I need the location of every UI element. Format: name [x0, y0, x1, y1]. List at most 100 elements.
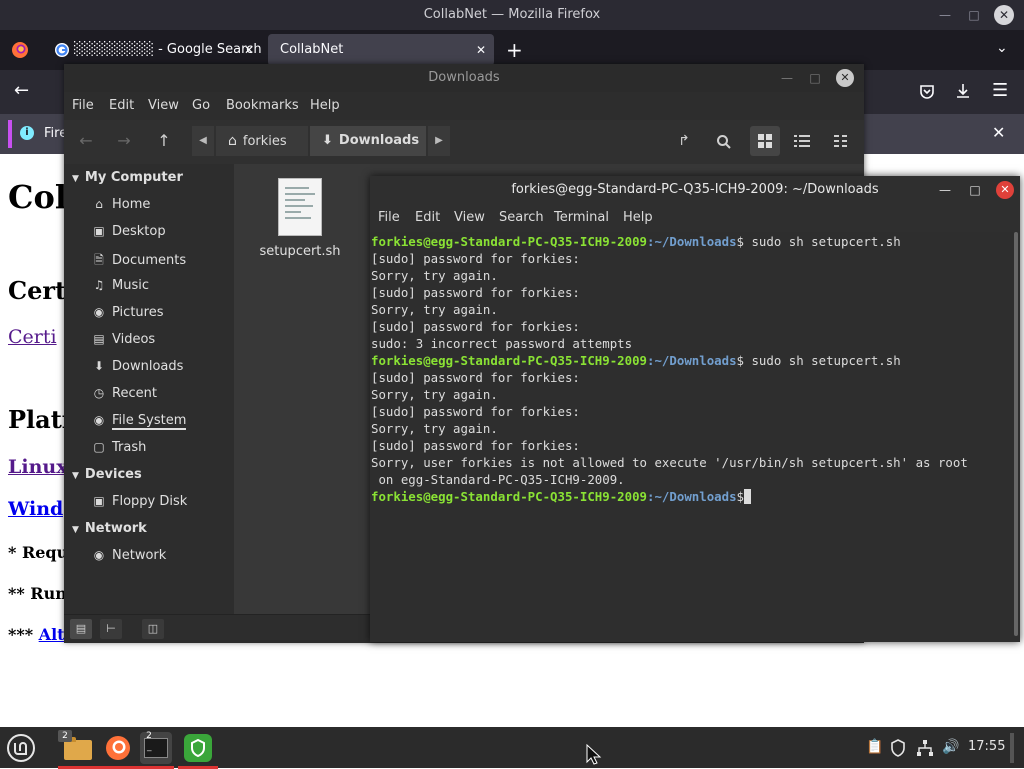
- breadcrumb-forkies[interactable]: ⌂ forkies: [216, 126, 308, 156]
- menu-go[interactable]: Go: [192, 92, 210, 120]
- minimize-icon[interactable]: —: [936, 6, 954, 24]
- expand-triangle-icon: ▼: [72, 471, 79, 481]
- maximize-icon[interactable]: □: [966, 181, 984, 199]
- terminal-line: [sudo] password for forkies:: [371, 404, 580, 419]
- expand-triangle-icon: ▼: [72, 525, 79, 535]
- sidebar-item-network[interactable]: ◉ Network: [90, 548, 167, 563]
- clock-icon: ◷: [93, 386, 105, 400]
- maximize-icon[interactable]: □: [806, 69, 824, 87]
- downloads-icon[interactable]: [954, 82, 972, 100]
- sidebar-item-videos[interactable]: ▤ Videos: [90, 332, 155, 347]
- terminal-line: [sudo] password for forkies:: [371, 319, 580, 334]
- breadcrumb-downloads[interactable]: ⬇ Downloads: [310, 126, 426, 156]
- up-icon[interactable]: ↑: [154, 126, 174, 156]
- infobar-close-icon[interactable]: ✕: [992, 123, 1005, 142]
- menu-help[interactable]: Help: [310, 92, 340, 120]
- search-icon[interactable]: [716, 134, 732, 150]
- menu-icon[interactable]: ☰: [992, 80, 1008, 101]
- file-item[interactable]: setupcert.sh: [252, 178, 348, 268]
- toggle-location-icon[interactable]: ↱: [672, 126, 696, 156]
- menu-file[interactable]: File: [378, 204, 400, 232]
- back-icon[interactable]: ←: [76, 126, 96, 156]
- clipboard-icon[interactable]: 📋: [866, 739, 883, 755]
- music-icon: ♫: [93, 278, 105, 292]
- minimize-icon[interactable]: —: [778, 69, 796, 87]
- menu-view[interactable]: View: [148, 92, 179, 120]
- sidebar-item-file-system[interactable]: ◉ File System: [90, 413, 187, 430]
- breadcrumb-left-icon[interactable]: ◀: [192, 126, 214, 156]
- menu-edit[interactable]: Edit: [415, 204, 440, 232]
- sidebar-item-documents[interactable]: 🗎 Documents: [90, 251, 186, 272]
- taskbar-security-button[interactable]: [178, 732, 218, 769]
- breadcrumb-label: forkies: [242, 134, 287, 149]
- sidebar-item-downloads[interactable]: ⬇ Downloads: [90, 359, 183, 374]
- sidebar-item-music[interactable]: ♫ Music: [90, 278, 149, 293]
- menu-view[interactable]: View: [454, 204, 485, 232]
- forward-icon[interactable]: →: [114, 126, 134, 156]
- sidebar-item-label: Trash: [112, 440, 147, 455]
- firefox-logo-icon[interactable]: [10, 40, 30, 60]
- network-icon[interactable]: [916, 739, 934, 757]
- page-link[interactable]: Certi: [8, 326, 57, 348]
- taskbar-firefox-button[interactable]: [98, 732, 138, 769]
- icon-view-button[interactable]: [750, 126, 780, 156]
- mint-menu-icon[interactable]: [6, 733, 36, 763]
- script-file-icon: [278, 178, 322, 236]
- tab-label: CollabNet: [280, 42, 344, 57]
- new-tab-icon[interactable]: +: [506, 38, 523, 62]
- close-icon[interactable]: ✕: [836, 69, 854, 87]
- windows-link[interactable]: Wind: [8, 498, 63, 520]
- shield-icon[interactable]: [890, 739, 906, 757]
- breadcrumb-label: Downloads: [338, 133, 420, 148]
- sidebar-section-devices[interactable]: ▼ Devices: [72, 467, 142, 482]
- menu-file[interactable]: File: [72, 92, 94, 120]
- close-icon[interactable]: ✕: [996, 181, 1014, 199]
- sidebar-item-home[interactable]: ⌂ Home: [90, 197, 150, 212]
- menu-edit[interactable]: Edit: [109, 92, 134, 120]
- terminal-output[interactable]: forkies@egg-Standard-PC-Q35-ICH9-2009:~/…: [370, 232, 1012, 642]
- sidebar-item-trash[interactable]: ▢ Trash: [90, 440, 146, 455]
- sidebar-item-label: Desktop: [112, 224, 166, 239]
- show-desktop-button[interactable]: [1010, 733, 1014, 763]
- compact-view-icon[interactable]: [834, 134, 848, 148]
- command-text: sudo sh setupcert.sh: [744, 353, 901, 368]
- show-tree-icon[interactable]: ⊢: [100, 619, 122, 639]
- menu-terminal[interactable]: Terminal: [554, 204, 609, 232]
- sidebar-item-pictures[interactable]: ◉ Pictures: [90, 305, 164, 320]
- pocket-icon[interactable]: [918, 83, 936, 101]
- back-icon[interactable]: ←: [14, 80, 29, 101]
- linux-link[interactable]: Linux: [8, 456, 68, 478]
- sidebar-section-network[interactable]: ▼ Network: [72, 521, 147, 536]
- close-icon[interactable]: ✕: [994, 5, 1014, 25]
- list-all-tabs-icon[interactable]: ⌄: [996, 40, 1008, 56]
- list-view-icon[interactable]: [794, 134, 810, 148]
- tab-google-search[interactable]: ░░░░░░░░ - Google Search ✕: [48, 34, 262, 66]
- prompt-user: forkies@egg-Standard-PC-Q35-ICH9-2009: [371, 489, 648, 504]
- sidebar-item-recent[interactable]: ◷ Recent: [90, 386, 157, 401]
- sidebar-item-floppy-disk[interactable]: ▣ Floppy Disk: [90, 494, 187, 509]
- minimize-icon[interactable]: —: [936, 181, 954, 199]
- hide-sidebar-icon[interactable]: ◫: [142, 619, 164, 639]
- taskbar-files-button[interactable]: 2: [58, 730, 98, 769]
- sidebar-item-desktop[interactable]: ▣ Desktop: [90, 224, 166, 239]
- taskbar-terminal-button[interactable]: _ 2: [138, 731, 174, 769]
- page-section-heading: Cert: [8, 276, 67, 305]
- tab-close-icon[interactable]: ✕: [476, 34, 486, 66]
- maximize-icon[interactable]: □: [965, 6, 983, 24]
- prompt-user: forkies@egg-Standard-PC-Q35-ICH9-2009: [371, 234, 648, 249]
- sidebar-section-my-computer[interactable]: ▼ My Computer: [72, 170, 183, 185]
- terminal-line: [sudo] password for forkies:: [371, 251, 580, 266]
- menu-help[interactable]: Help: [623, 204, 653, 232]
- menu-bookmarks[interactable]: Bookmarks: [226, 92, 299, 120]
- breadcrumb-right-icon[interactable]: ▶: [428, 126, 450, 156]
- show-places-icon[interactable]: ▤: [70, 619, 92, 639]
- tab-close-icon[interactable]: ✕: [244, 34, 254, 66]
- menu-search[interactable]: Search: [499, 204, 544, 232]
- prompt-path: :~/Downloads: [647, 489, 737, 504]
- page-link[interactable]: Alt: [39, 625, 65, 644]
- terminal-scrollbar[interactable]: [1014, 232, 1018, 636]
- tab-collabnet[interactable]: CollabNet ✕: [268, 34, 494, 66]
- menubar: File Edit View Go Bookmarks Help: [64, 92, 864, 120]
- volume-icon[interactable]: 🔊: [942, 739, 959, 755]
- clock[interactable]: 17:55: [968, 739, 1005, 754]
